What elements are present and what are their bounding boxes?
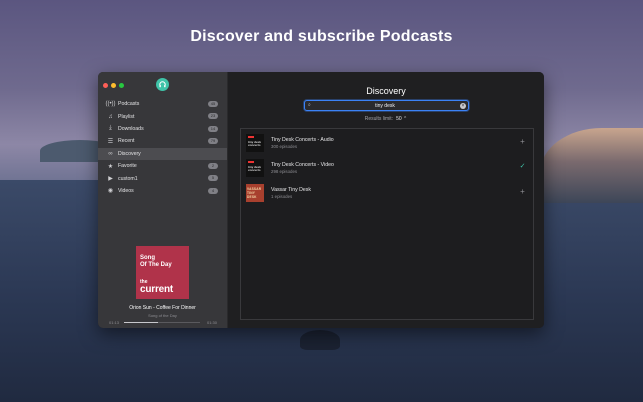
binoculars-icon: ∞ <box>108 150 113 157</box>
subscribe-plus-icon[interactable]: + <box>518 187 527 196</box>
app-logo-icon <box>156 78 169 91</box>
results-limit: Results limit: 50 ⌃ <box>228 116 544 122</box>
elapsed-time: 01:13 <box>109 320 120 325</box>
podcast-title: Tiny Desk Concerts - Video <box>271 162 334 168</box>
now-playing-title: Orion Sun - Coffee For Dinner <box>129 305 196 311</box>
app-window: ((•)) Podcasts 45 ♫ Playlist 23 ⤓ Downlo… <box>98 72 544 328</box>
thumbnail-text: tiny desk concerts <box>248 140 262 148</box>
episode-count: 1 episodes <box>271 194 293 199</box>
list-item[interactable]: tiny desk concerts Tiny Desk Concerts - … <box>241 156 533 180</box>
thumbnail-text: VASSAR TINY DESK <box>247 187 262 199</box>
sidebar-item-podcasts[interactable]: ((•)) Podcasts 45 <box>98 98 227 110</box>
subscribe-plus-icon[interactable]: + <box>518 137 527 146</box>
count-badge: 2 <box>208 162 218 169</box>
podcast-icon: ((•)) <box>105 101 116 108</box>
list-item[interactable]: tiny desk concerts Tiny Desk Concerts - … <box>241 131 533 155</box>
close-window-button[interactable] <box>103 83 108 88</box>
subscribed-check-icon[interactable]: ✓ <box>518 162 527 171</box>
count-badge: 45 <box>208 101 218 107</box>
sidebar-item-videos[interactable]: ◉ Videos 4 <box>98 185 227 197</box>
video-circle-icon: ◉ <box>107 188 114 195</box>
wallpaper-rock <box>300 330 340 350</box>
list-item[interactable]: VASSAR TINY DESK Vassar Tiny Desk 1 epis… <box>241 181 533 205</box>
discovery-panel: Discovery ⌕ × Results limit:50 ⌃ tiny de… <box>228 72 544 328</box>
cover-line-4: current <box>140 284 174 295</box>
sidebar-item-favorite[interactable]: ★ Favorite 2 <box>98 160 227 172</box>
results-limit-label: Results limit: <box>364 116 394 122</box>
sidebar-item-discovery[interactable]: ∞ Discovery <box>98 147 227 160</box>
episode-count: 300 episodes <box>271 144 298 149</box>
results-limit-select[interactable]: 50 ⌃ <box>396 116 407 122</box>
cover-line-1: Song <box>140 255 155 261</box>
play-circle-icon: ▶ <box>108 176 113 183</box>
sidebar-item-label: Podcasts <box>118 101 140 108</box>
sidebar: ((•)) Podcasts 45 ♫ Playlist 23 ⤓ Downlo… <box>98 72 228 328</box>
count-badge: 5 <box>208 175 218 182</box>
remaining-time: 01:30 <box>206 320 217 325</box>
count-badge: 79 <box>208 138 218 145</box>
traffic-lights <box>103 75 127 93</box>
sidebar-nav: ((•)) Podcasts 45 ♫ Playlist 23 ⤓ Downlo… <box>98 98 227 197</box>
now-playing-panel: Song Of The Day the current Orion Sun - C… <box>98 240 227 328</box>
podcast-title: Vassar Tiny Desk <box>271 187 311 193</box>
download-icon: ⤓ <box>109 125 112 132</box>
playback-progress-slider[interactable] <box>124 322 200 323</box>
podcast-title: Tiny Desk Concerts - Audio <box>271 137 334 143</box>
sidebar-item-custom1[interactable]: ▶ custom1 5 <box>98 172 227 184</box>
results-limit-value: 50 <box>396 116 402 122</box>
sidebar-item-label: Discovery <box>118 150 141 157</box>
count-badge: 14 <box>208 125 218 132</box>
sidebar-item-label: custom1 <box>118 175 138 182</box>
now-playing-cover[interactable]: Song Of The Day the current <box>136 246 189 299</box>
playback-progress-fill <box>124 322 159 323</box>
sidebar-item-label: Playlist <box>118 113 135 120</box>
sidebar-item-downloads[interactable]: ⤓ Downloads 14 <box>98 123 227 135</box>
sidebar-item-label: Videos <box>118 187 134 194</box>
sidebar-item-label: Downloads <box>118 125 144 132</box>
search-field: ⌕ × <box>304 100 469 111</box>
playlist-icon: ♫ <box>108 113 113 120</box>
cover-line-2: Of The Day <box>140 262 172 268</box>
episode-count: 298 episodes <box>271 169 298 174</box>
wallpaper-island-right <box>540 128 643 203</box>
sidebar-item-label: Favorite <box>118 163 137 170</box>
minimize-window-button[interactable] <box>111 83 116 88</box>
page-title: Discovery <box>366 86 406 96</box>
star-icon: ★ <box>107 163 114 170</box>
results-list: tiny desk concerts Tiny Desk Concerts - … <box>240 128 534 320</box>
sidebar-item-label: Recent <box>118 138 135 145</box>
search-input[interactable] <box>315 101 455 110</box>
clear-search-icon[interactable]: × <box>460 102 466 109</box>
podcast-thumbnail: tiny desk concerts <box>246 159 264 177</box>
sidebar-item-playlist[interactable]: ♫ Playlist 23 <box>98 110 227 122</box>
zoom-window-button[interactable] <box>119 83 124 88</box>
count-badge: 23 <box>208 113 218 120</box>
podcast-thumbnail: VASSAR TINY DESK <box>246 184 264 202</box>
now-playing-subtitle: Song of the Day <box>148 313 177 318</box>
banner-title: Discover and subscribe Podcasts <box>190 28 453 45</box>
count-badge: 4 <box>208 187 218 194</box>
podcast-thumbnail: tiny desk concerts <box>246 134 264 152</box>
list-icon: ☰ <box>107 138 114 145</box>
sidebar-item-recent[interactable]: ☰ Recent 79 <box>98 135 227 147</box>
thumbnail-text: tiny desk concerts <box>248 165 262 173</box>
search-icon: ⌕ <box>308 102 311 108</box>
